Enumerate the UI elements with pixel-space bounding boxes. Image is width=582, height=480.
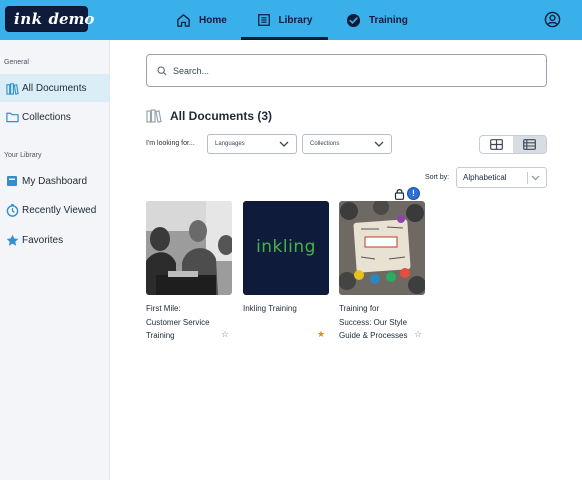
document-thumbnail[interactable] [339, 201, 425, 295]
languages-dropdown[interactable]: Languages [207, 134, 297, 154]
document-title[interactable]: First Mile: Customer Service Training [146, 302, 216, 343]
sidebar-item-my-dashboard[interactable]: My Dashboard [0, 167, 110, 195]
nav-home-label: Home [199, 14, 227, 26]
nav-home[interactable]: Home [176, 0, 227, 40]
chevron-down-icon [531, 175, 540, 181]
sort-select[interactable]: Alphabetical [456, 167, 547, 188]
info-badge-icon[interactable]: ! [407, 187, 420, 200]
favorite-star-icon[interactable]: ☆ [414, 329, 422, 340]
favorite-star-icon[interactable]: ☆ [221, 329, 229, 340]
logo-demo-text: demo [48, 10, 95, 28]
search-placeholder: Search... [173, 65, 210, 76]
profile-button[interactable] [544, 11, 561, 33]
sort-label: Sort by: [425, 174, 450, 181]
divider [527, 172, 528, 184]
document-card[interactable]: inkling Inkling Training ★ [243, 201, 329, 339]
grid-view-button[interactable] [480, 136, 513, 153]
inkling-logo-text: inkling [256, 237, 316, 257]
favorite-star-icon[interactable]: ★ [317, 329, 325, 340]
nav-library[interactable]: Library [241, 0, 328, 40]
document-title[interactable]: Training for Success: Our Style Guide & … [339, 302, 409, 343]
sidebar-item-label: My Dashboard [22, 175, 88, 187]
library-icon [257, 14, 270, 26]
sidebar-item-label: Favorites [22, 234, 64, 246]
dashboard-icon [0, 175, 22, 187]
document-card[interactable]: First Mile: Customer Service Training ☆ [146, 201, 232, 343]
check-badge-icon [346, 13, 361, 27]
page-title: All Documents (3) [146, 108, 272, 123]
library-icon [146, 109, 162, 123]
status-badges: ! [394, 187, 420, 200]
list-view-button[interactable] [513, 136, 546, 153]
chevron-down-icon [279, 141, 289, 147]
sidebar: General All Documents Collections Your L… [0, 40, 110, 480]
star-icon [0, 234, 22, 247]
user-circle-icon [544, 11, 561, 28]
home-icon [177, 13, 190, 27]
document-thumbnail[interactable] [146, 201, 232, 295]
sidebar-item-label: Collections [22, 111, 71, 123]
top-navigation-bar: ink demo Home Library Training [0, 0, 582, 40]
sidebar-item-label: All Documents [22, 82, 87, 94]
view-toggle [479, 135, 547, 154]
sort-value: Alphabetical [463, 173, 507, 182]
folder-icon [0, 111, 22, 123]
ink-demo-logo[interactable]: ink demo [5, 6, 94, 32]
document-title[interactable]: Inkling Training [243, 302, 313, 316]
grid-icon [490, 139, 503, 150]
collections-dropdown[interactable]: Collections [302, 134, 392, 154]
logo-ink-text: ink [14, 10, 43, 28]
nav-training[interactable]: Training [346, 0, 408, 40]
search-icon [157, 65, 167, 76]
lock-icon [394, 188, 405, 200]
nav-training-label: Training [369, 14, 408, 26]
document-thumbnail[interactable]: inkling [243, 201, 329, 295]
list-icon [523, 139, 536, 150]
sidebar-item-label: Recently Viewed [22, 204, 97, 216]
sidebar-item-collections[interactable]: Collections [0, 103, 110, 131]
sidebar-item-all-documents[interactable]: All Documents [0, 74, 110, 102]
filter-label: I'm looking for... [146, 140, 195, 147]
library-icon [0, 82, 22, 95]
sidebar-item-favorites[interactable]: Favorites [0, 226, 110, 254]
clock-icon [0, 203, 22, 217]
page-title-text: All Documents (3) [170, 108, 273, 123]
sidebar-item-recently-viewed[interactable]: Recently Viewed [0, 196, 110, 224]
collections-placeholder: Collections [310, 141, 340, 147]
document-card[interactable]: Training for Success: Our Style Guide & … [339, 201, 425, 343]
chevron-down-icon [374, 141, 384, 147]
nav-library-label: Library [278, 14, 313, 26]
languages-placeholder: Languages [215, 141, 245, 147]
sidebar-heading-your-library: Your Library [4, 152, 42, 159]
search-input[interactable]: Search... [146, 54, 547, 87]
sidebar-heading-general: General [4, 59, 29, 66]
